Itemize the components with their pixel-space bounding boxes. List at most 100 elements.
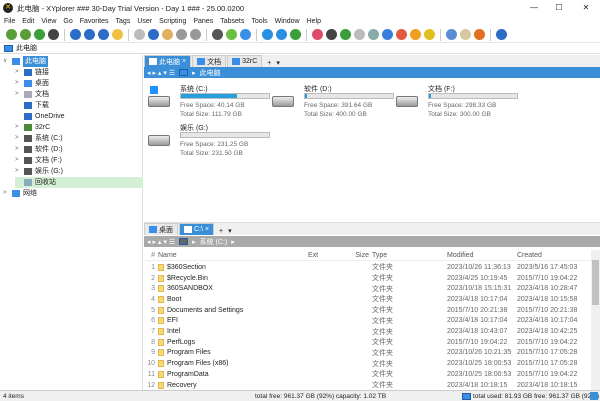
menu-user[interactable]: User: [137, 18, 152, 25]
expander-icon[interactable]: >: [15, 122, 21, 133]
menu-panes[interactable]: Panes: [193, 18, 213, 25]
toolbar-button-icon[interactable]: [276, 29, 287, 40]
address-bar[interactable]: 此电脑: [0, 43, 600, 54]
toolbar-button-icon[interactable]: [20, 29, 31, 40]
toolbar-button-icon[interactable]: [48, 29, 59, 40]
toolbar-button-icon[interactable]: [290, 29, 301, 40]
minimize-button[interactable]: —: [523, 0, 545, 16]
toolbar-button-icon[interactable]: [212, 29, 223, 40]
menu-go[interactable]: Go: [63, 18, 72, 25]
expander-icon[interactable]: >: [15, 133, 21, 144]
menu-view[interactable]: View: [41, 18, 56, 25]
file-row[interactable]: 4 Boot 文件夹 2023/4/18 10:17:04 2023/4/18 10:1…: [144, 294, 590, 305]
status-toggle-button[interactable]: [590, 392, 598, 400]
expander-icon[interactable]: >: [15, 155, 21, 166]
tree-item[interactable]: > 网络: [3, 188, 37, 199]
tree-item[interactable]: 回收站: [15, 177, 143, 188]
column-header-index[interactable]: #: [144, 252, 158, 259]
toolbar-button-icon[interactable]: [34, 29, 45, 40]
tab-close-icon[interactable]: ×: [182, 58, 186, 65]
file-row[interactable]: 7 Intel 文件夹 2023/4/18 10:43:07 2023/4/18 10:…: [144, 326, 590, 337]
tree-item[interactable]: > 文档: [15, 89, 49, 100]
toolbar-button-icon[interactable]: [396, 29, 407, 40]
tab-menu-button[interactable]: ▾: [276, 59, 280, 67]
breadcrumb-item[interactable]: 系统 (C:): [200, 237, 228, 247]
tab[interactable]: 此电脑 ×: [144, 55, 192, 67]
toolbar-button-icon[interactable]: [70, 29, 81, 40]
column-header-name[interactable]: Name: [158, 252, 308, 259]
drive-tile[interactable]: 娱乐 (G:) Free Space: 231.25 GB Total Size: …: [148, 123, 278, 168]
toolbar-button-icon[interactable]: [340, 29, 351, 40]
tree-item[interactable]: > 桌面: [15, 78, 49, 89]
drive-tile[interactable]: 文档 (F:) Free Space: 298.33 GB Total Size: …: [396, 84, 526, 129]
file-row[interactable]: 3 360SANDBOX 文件夹 2023/10/18 15:15:31 2023/4/…: [144, 283, 590, 294]
expander-icon[interactable]: ∨: [3, 56, 9, 67]
toolbar-button-icon[interactable]: [496, 29, 507, 40]
tree-item[interactable]: > 娱乐 (G:): [15, 166, 63, 177]
tree-item[interactable]: ∨ 此电脑: [3, 56, 48, 67]
menu-tags[interactable]: Tags: [116, 18, 131, 25]
expander-icon[interactable]: >: [15, 89, 21, 100]
close-button[interactable]: ✕: [575, 0, 597, 16]
toolbar-button-icon[interactable]: [354, 29, 365, 40]
toolbar-button-icon[interactable]: [148, 29, 159, 40]
menu-tools[interactable]: Tools: [251, 18, 267, 25]
toolbar-button-icon[interactable]: [312, 29, 323, 40]
toolbar-button-icon[interactable]: [190, 29, 201, 40]
nav-arrows[interactable]: ◂ ▸ ▴ ▾ ☰: [147, 238, 175, 246]
toolbar-button-icon[interactable]: [446, 29, 457, 40]
toolbar-button-icon[interactable]: [134, 29, 145, 40]
menu-edit[interactable]: Edit: [22, 18, 34, 25]
tree-item[interactable]: > 链接: [15, 67, 49, 78]
toolbar-button-icon[interactable]: [162, 29, 173, 40]
breadcrumb-item[interactable]: 此电脑: [200, 68, 221, 78]
toolbar-button-icon[interactable]: [424, 29, 435, 40]
menu-help[interactable]: Help: [307, 18, 321, 25]
expander-icon[interactable]: >: [15, 78, 21, 89]
tree-item[interactable]: > 软件 (D:): [15, 144, 63, 155]
file-row[interactable]: 9 Program Files 文件夹 2023/10/26 10:21:35 2015…: [144, 348, 590, 359]
tab-menu-button[interactable]: ▾: [228, 227, 232, 235]
tree-item[interactable]: OneDrive: [15, 111, 65, 122]
tree-item[interactable]: > 文档 (F:): [15, 155, 62, 166]
column-header-type[interactable]: Type: [372, 252, 447, 259]
file-row[interactable]: 5 Documents and Settings 文件夹 2015/7/10 20:2…: [144, 305, 590, 316]
toolbar-button-icon[interactable]: [240, 29, 251, 40]
drive-tile[interactable]: 软件 (D:) Free Space: 391.64 GB Total Size: …: [272, 84, 402, 129]
file-row[interactable]: 8 PerfLogs 文件夹 2015/7/10 19:04:22 2015/7/10 …: [144, 337, 590, 348]
file-row[interactable]: 2 $Recycle.Bin 文件夹 2023/4/25 10:19:45 2015/7…: [144, 273, 590, 284]
toolbar-button-icon[interactable]: [326, 29, 337, 40]
toolbar-button-icon[interactable]: [474, 29, 485, 40]
tab[interactable]: 32rC: [227, 55, 263, 67]
menu-file[interactable]: File: [4, 18, 15, 25]
add-tab-button[interactable]: +: [215, 228, 227, 235]
tab[interactable]: 桌面: [144, 223, 178, 235]
toolbar-button-icon[interactable]: [176, 29, 187, 40]
column-header-created[interactable]: Created: [517, 252, 587, 259]
toolbar-button-icon[interactable]: [460, 29, 471, 40]
toolbar-button-icon[interactable]: [410, 29, 421, 40]
toolbar-button-icon[interactable]: [226, 29, 237, 40]
toolbar-button-icon[interactable]: [262, 29, 273, 40]
column-header-size[interactable]: Size: [332, 252, 372, 259]
toolbar-button-icon[interactable]: [84, 29, 95, 40]
toolbar-button-icon[interactable]: [112, 29, 123, 40]
maximize-button[interactable]: ☐: [548, 0, 570, 16]
add-tab-button[interactable]: +: [263, 60, 275, 67]
file-row[interactable]: 11 ProgramData 文件夹 2023/10/25 18:00:53 2015/…: [144, 369, 590, 380]
column-header-modified[interactable]: Modified: [447, 252, 517, 259]
tree-item[interactable]: >32rC: [15, 122, 50, 133]
file-row[interactable]: 10 Program Files (x86) 文件夹 2023/10/25 18:00…: [144, 358, 590, 369]
column-header-ext[interactable]: Ext: [308, 252, 332, 259]
expander-icon[interactable]: >: [15, 67, 21, 78]
tab-close-icon[interactable]: ×: [205, 226, 209, 233]
menu-scripting[interactable]: Scripting: [159, 18, 186, 25]
expander-icon[interactable]: >: [15, 144, 21, 155]
tree-item[interactable]: 下载: [15, 100, 49, 111]
file-row[interactable]: 12 Recovery 文件夹 2023/4/18 10:18:15 2023/4/18…: [144, 380, 590, 391]
file-row[interactable]: 6 EFI 文件夹 2023/4/18 10:17:04 2023/4/18 10:17…: [144, 316, 590, 327]
toolbar-button-icon[interactable]: [368, 29, 379, 40]
menu-window[interactable]: Window: [275, 18, 300, 25]
vertical-scrollbar[interactable]: [591, 250, 600, 390]
menu-tabsets[interactable]: Tabsets: [220, 18, 244, 25]
